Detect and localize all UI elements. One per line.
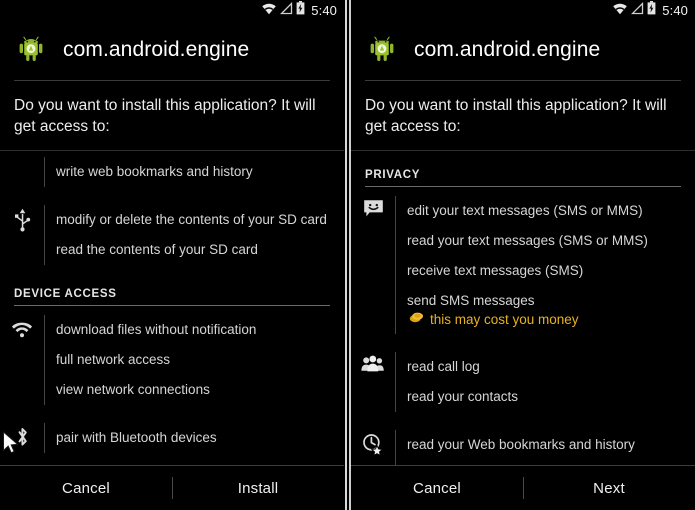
dual-screenshot-container: 5:40 com.android.engine Do you want to i… <box>0 0 695 510</box>
button-separator <box>523 477 524 499</box>
cost-warning-text: this may cost you money <box>430 312 579 327</box>
permission-group-rule <box>395 352 396 412</box>
permission-item[interactable]: send SMS messages <box>407 286 685 311</box>
permission-group-items: read your Web bookmarks and history writ… <box>407 430 695 465</box>
permission-group: read call log read your contacts <box>351 343 695 421</box>
cancel-button[interactable]: Cancel <box>0 480 172 497</box>
permission-item[interactable]: full network access <box>56 345 334 375</box>
cell-signal-icon <box>280 1 293 20</box>
battery-charging-icon <box>647 1 656 20</box>
permission-group-items: download files without notification full… <box>56 315 344 405</box>
cost-warning: this may cost you money <box>407 311 685 334</box>
bluetooth-icon <box>0 423 44 453</box>
permission-group-items: modify or delete the contents of your SD… <box>56 205 344 265</box>
contacts-icon <box>351 352 395 412</box>
permission-list-right[interactable]: PRIVACY edit your text messages (SMS or … <box>351 151 695 465</box>
right-install-dialog-panel: 5:40 com.android.engine Do you want to i… <box>351 0 695 510</box>
permission-item[interactable]: modify or delete the contents of your SD… <box>56 205 334 235</box>
cell-signal-icon <box>631 1 644 20</box>
status-bar: 5:40 <box>351 0 695 21</box>
wifi-icon <box>261 2 277 20</box>
app-package-name: com.android.engine <box>414 38 601 61</box>
app-header: com.android.engine <box>351 21 695 80</box>
permission-group-icon-placeholder <box>0 157 44 187</box>
android-robot-icon <box>365 33 399 67</box>
coin-icon <box>409 311 424 329</box>
install-prompt-text: Do you want to install this application?… <box>365 97 667 135</box>
permission-item[interactable]: pair with Bluetooth devices <box>56 423 334 453</box>
usb-icon <box>0 205 44 265</box>
permission-group-items: pair with Bluetooth devices <box>56 423 344 453</box>
wifi-icon <box>612 2 628 20</box>
dialog-button-bar: Cancel Next <box>351 466 695 510</box>
next-button[interactable]: Next <box>523 480 695 497</box>
permission-group-items: read call log read your contacts <box>407 352 695 412</box>
permission-group-rule <box>44 423 45 453</box>
permission-group: download files without notification full… <box>0 306 344 414</box>
permission-group-rule <box>395 196 396 334</box>
permission-item[interactable]: download files without notification <box>56 315 334 345</box>
permission-item[interactable]: write web bookmarks and history <box>407 460 685 465</box>
screenshot-separator <box>344 0 351 510</box>
dialog-button-bar: Cancel Install <box>0 466 344 510</box>
permission-group-rule <box>44 205 45 265</box>
permission-group-items: edit your text messages (SMS or MMS) rea… <box>407 196 695 334</box>
permission-list-left[interactable]: write web bookmarks and history modify o… <box>0 151 344 465</box>
history-bookmark-icon <box>351 430 395 465</box>
permission-item[interactable]: view network connections <box>56 375 334 405</box>
sms-message-icon <box>351 196 395 334</box>
wifi-icon <box>0 315 44 405</box>
permission-item[interactable]: read call log <box>407 352 685 382</box>
install-button[interactable]: Install <box>172 480 344 497</box>
permission-item[interactable]: read the contents of your SD card <box>56 235 334 265</box>
section-header-privacy: PRIVACY <box>365 169 421 181</box>
cancel-button[interactable]: Cancel <box>351 480 523 497</box>
permission-item[interactable]: read your contacts <box>407 382 685 412</box>
permission-item[interactable]: write web bookmarks and history <box>56 157 334 187</box>
permission-group: edit your text messages (SMS or MMS) rea… <box>351 187 695 343</box>
section-header-device-access: DEVICE ACCESS <box>14 288 117 300</box>
status-bar: 5:40 <box>0 0 344 21</box>
permission-group: pair with Bluetooth devices <box>0 414 344 462</box>
left-install-dialog-panel: 5:40 com.android.engine Do you want to i… <box>0 0 344 510</box>
status-bar-clock: 5:40 <box>311 3 337 18</box>
status-bar-clock: 5:40 <box>662 3 688 18</box>
permission-group: run at startup <box>0 462 344 465</box>
battery-charging-icon <box>296 1 305 20</box>
permission-group: write web bookmarks and history <box>0 155 344 196</box>
permission-item[interactable]: read your Web bookmarks and history <box>407 430 685 460</box>
install-prompt-text: Do you want to install this application?… <box>14 97 316 135</box>
android-robot-icon <box>14 33 48 67</box>
permission-item[interactable]: read your text messages (SMS or MMS) <box>407 226 685 256</box>
button-separator <box>172 477 173 499</box>
permission-group-rule <box>44 315 45 405</box>
permission-group-items: write web bookmarks and history <box>56 157 344 187</box>
permission-item[interactable]: edit your text messages (SMS or MMS) <box>407 196 685 226</box>
permission-group: read your Web bookmarks and history writ… <box>351 421 695 465</box>
app-header: com.android.engine <box>0 21 344 80</box>
permission-group: modify or delete the contents of your SD… <box>0 196 344 274</box>
permission-item[interactable]: receive text messages (SMS) <box>407 256 685 286</box>
permission-group-rule <box>44 157 45 187</box>
permission-group-rule <box>395 430 396 465</box>
app-package-name: com.android.engine <box>63 38 250 61</box>
